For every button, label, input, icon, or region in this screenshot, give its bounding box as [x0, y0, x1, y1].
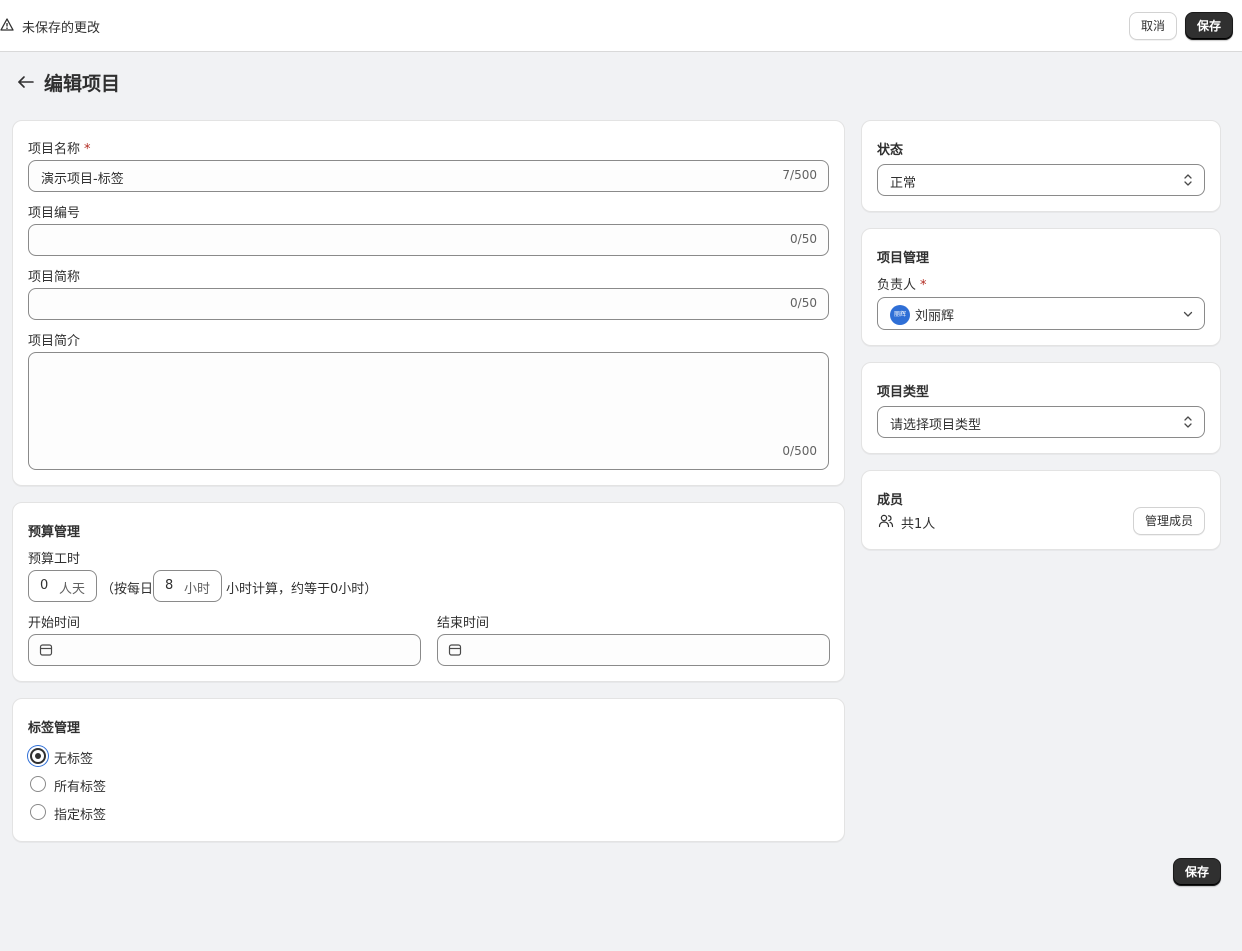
back-arrow-icon[interactable]: [16, 72, 36, 92]
basic-info-card: 项目名称 * 演示项目-标签 7/500 项目编号 0/50 项目简称 0/50 …: [12, 120, 845, 486]
end-date-input[interactable]: [437, 634, 830, 666]
owner-select[interactable]: 丽辉 刘丽辉: [877, 297, 1205, 330]
radio-no-tags[interactable]: [30, 748, 46, 764]
manage-members-button[interactable]: 管理成员: [1133, 507, 1206, 535]
owner-name: 刘丽辉: [915, 309, 955, 324]
budget-days-input[interactable]: 0 人天: [28, 570, 97, 602]
members-title: 成员: [877, 493, 904, 508]
calendar-icon: [448, 644, 462, 656]
radio-all-tags-label[interactable]: 所有标签: [54, 776, 106, 795]
cancel-button[interactable]: 取消: [1129, 12, 1178, 40]
project-short-name-char-count: 0/50: [790, 296, 817, 310]
radio-all-tags[interactable]: [30, 776, 46, 792]
project-name-value: 演示项目-标签: [41, 172, 124, 187]
radio-specific-tags-label[interactable]: 指定标签: [54, 804, 106, 823]
project-type-placeholder: 请选择项目类型: [890, 418, 982, 433]
start-date-label: 开始时间: [28, 616, 81, 631]
users-icon: [878, 514, 894, 528]
hours-per-day-input[interactable]: 8 小时: [153, 570, 222, 602]
hours-per-day-value: 8: [165, 578, 174, 593]
members-card: 成员 共1人 管理成员: [861, 470, 1221, 550]
project-code-label: 项目编号: [28, 206, 81, 221]
project-type-select[interactable]: 请选择项目类型: [877, 406, 1205, 438]
budget-days-value: 0: [40, 578, 49, 593]
unsaved-changes-bar: 未保存的更改 取消 保存: [0, 0, 1242, 52]
save-button-top[interactable]: 保存: [1185, 12, 1234, 40]
budget-days-unit: 人天: [58, 582, 85, 597]
tags-title: 标签管理: [28, 721, 81, 736]
radio-specific-tags[interactable]: [30, 804, 46, 820]
members-count: 共1人: [901, 517, 936, 532]
select-arrows-icon: [1184, 174, 1192, 186]
project-code-char-count: 0/50: [790, 232, 817, 246]
status-value: 正常: [890, 176, 917, 191]
hours-per-day-unit: 小时: [183, 582, 210, 597]
tags-card: 标签管理 无标签 所有标签 指定标签: [12, 698, 845, 842]
required-mark: *: [84, 142, 91, 157]
management-card: 项目管理 负责人 * 丽辉 刘丽辉: [861, 228, 1221, 346]
project-short-name-input[interactable]: 0/50: [28, 288, 829, 320]
save-button-bottom[interactable]: 保存: [1173, 858, 1222, 886]
project-description-textarea[interactable]: 0/500: [28, 352, 829, 470]
select-arrows-icon: [1184, 416, 1192, 428]
required-mark: *: [920, 278, 927, 293]
warning-icon: [0, 18, 14, 31]
chevron-down-icon: [1183, 311, 1193, 317]
radio-no-tags-label[interactable]: 无标签: [54, 748, 93, 767]
budget-card: 预算管理 预算工时 0 人天 （按每日 8 小时 小时计算，约等于0小时） 开始…: [12, 502, 845, 682]
page-title: 编辑项目: [44, 73, 121, 95]
project-code-input[interactable]: 0/50: [28, 224, 829, 256]
project-name-label: 项目名称 *: [28, 142, 91, 157]
project-type-card: 项目类型 请选择项目类型: [861, 362, 1221, 454]
start-date-input[interactable]: [28, 634, 421, 666]
end-date-label: 结束时间: [437, 616, 490, 631]
avatar: 丽辉: [890, 305, 910, 325]
owner-label: 负责人 *: [877, 278, 927, 293]
unsaved-changes-text: 未保存的更改: [22, 21, 101, 36]
calendar-icon: [39, 644, 53, 656]
budget-title: 预算管理: [28, 525, 81, 540]
status-select[interactable]: 正常: [877, 164, 1205, 196]
project-short-name-label: 项目简称: [28, 270, 81, 285]
project-name-char-count: 7/500: [782, 168, 817, 182]
project-name-input[interactable]: 演示项目-标签 7/500: [28, 160, 829, 192]
hours-calc-suffix: 小时计算，约等于0小时）: [226, 582, 378, 597]
status-title: 状态: [877, 143, 904, 158]
project-description-label: 项目简介: [28, 334, 81, 349]
budget-hours-label: 预算工时: [28, 552, 81, 567]
project-description-char-count: 0/500: [782, 444, 817, 458]
per-day-prefix: （按每日: [101, 582, 154, 597]
management-title: 项目管理: [877, 251, 930, 266]
project-type-title: 项目类型: [877, 385, 930, 400]
status-card: 状态 正常: [861, 120, 1221, 212]
